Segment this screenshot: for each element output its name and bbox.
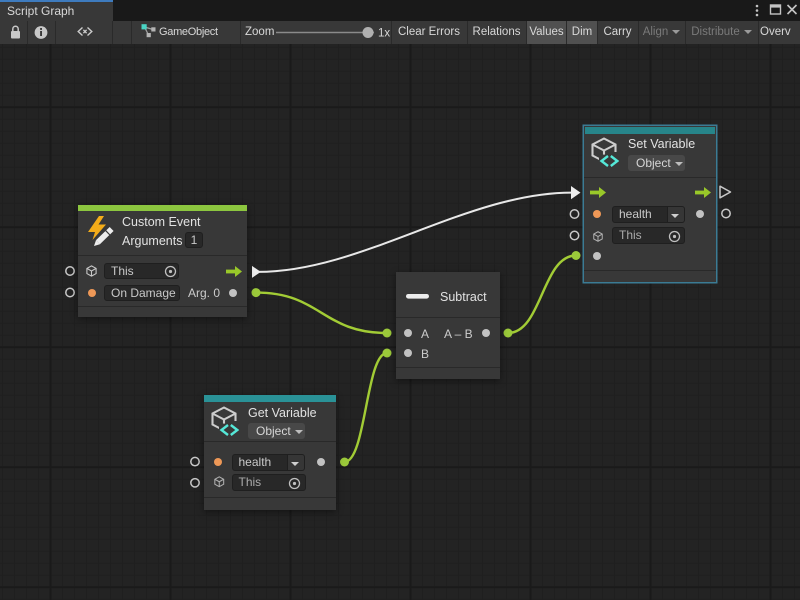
svg-text:1x: 1x (378, 28, 390, 40)
